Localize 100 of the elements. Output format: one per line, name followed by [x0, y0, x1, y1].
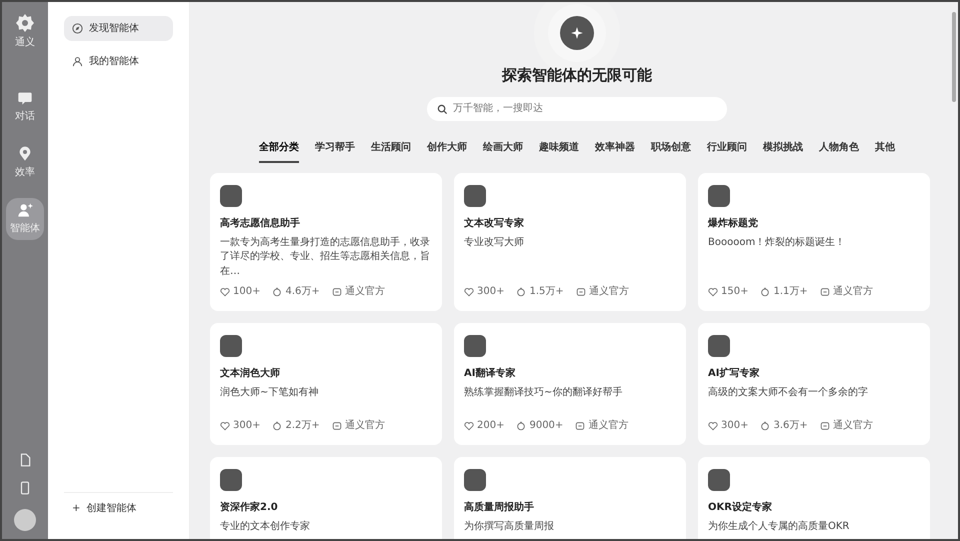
- create-agent-link[interactable]: + 创建智能体: [64, 492, 173, 521]
- agent-description: 一款专为高考生量身打造的志愿信息助手，收录了详尽的学校、专业、招生等志愿相关信息，旨在…: [220, 236, 431, 278]
- agent-avatar-image: [220, 184, 242, 206]
- agent-avatar-image: [708, 469, 730, 491]
- agent-card[interactable]: 高质量周报助手 为你撰写高质量周报: [454, 457, 686, 539]
- category-tab[interactable]: 模拟挑战: [763, 138, 803, 162]
- official-badge-icon: [820, 420, 830, 430]
- sparkle-icon: [570, 26, 584, 40]
- user-count-icon: [272, 286, 282, 296]
- heart-icon: [220, 286, 230, 296]
- stat-use: 4.6万+: [272, 284, 320, 299]
- search-icon: [437, 104, 448, 114]
- official-badge-icon: [820, 286, 830, 296]
- stat-use: 9000+: [516, 418, 564, 433]
- agent-avatar-image: [220, 469, 242, 491]
- user-count-icon: [516, 286, 526, 296]
- heart-icon: [220, 420, 230, 430]
- category-tab[interactable]: 人物角色: [819, 138, 859, 162]
- agent-card[interactable]: AI翻译专家 熟练掌握翻译技巧~你的翻译好帮手 200+ 9000+ 通义官方: [454, 323, 686, 445]
- official-badge-icon: [332, 420, 342, 430]
- rail-item[interactable]: 效率: [11, 142, 39, 184]
- agent-description: 专业改写大师: [464, 236, 525, 250]
- sidebar-item[interactable]: 发现智能体: [64, 16, 173, 41]
- logo-text: 通义: [15, 36, 35, 50]
- document-icon[interactable]: [18, 453, 32, 467]
- stat-like: 150+: [708, 284, 748, 299]
- agent-avatar-image: [464, 335, 486, 357]
- official-badge-icon: [576, 286, 586, 296]
- search-field[interactable]: 万千智能，一搜即达: [427, 96, 727, 120]
- agent-card[interactable]: 文本改写专家 专业改写大师 300+ 1.5万+ 通义官方: [454, 172, 686, 311]
- heart-icon: [708, 286, 718, 296]
- tablet-icon[interactable]: [18, 481, 32, 495]
- stat-like: 300+: [708, 418, 748, 433]
- agent-description: 为你生成个人专属的高质量OKR: [708, 520, 850, 534]
- agent-name: AI扩写专家: [708, 366, 760, 381]
- sidebar-item[interactable]: 我的智能体: [64, 49, 173, 74]
- category-tab[interactable]: 效率神器: [595, 138, 635, 162]
- agent-description: 高级的文案大师不会有一个多余的字: [708, 386, 869, 400]
- category-tab[interactable]: 绘画大师: [483, 138, 523, 162]
- user-count-icon: [760, 286, 770, 296]
- agent-avatar-image: [220, 335, 242, 357]
- category-tab[interactable]: 学习帮手: [315, 138, 355, 162]
- plus-icon: +: [72, 501, 80, 516]
- agent-card[interactable]: 资深作家2.0 专业的文本创作专家: [210, 457, 442, 539]
- category-tab[interactable]: 趣味频道: [539, 138, 579, 162]
- user-count-icon: [516, 420, 526, 430]
- category-tab[interactable]: 职场创意: [651, 138, 691, 162]
- agent-description: 专业的文本创作专家: [220, 520, 311, 534]
- stat-like: 200+: [464, 418, 504, 433]
- official-badge-icon: [332, 286, 342, 296]
- stat-auth: 通义官方: [576, 284, 629, 299]
- agent-card[interactable]: 高考志愿信息助手 一款专为高考生量身打造的志愿信息助手，收录了详尽的学校、专业、招生等志愿相关信息，旨在… 100+ 4.6万+ 通义官方: [210, 172, 442, 311]
- category-tab[interactable]: 其他: [875, 138, 895, 162]
- category-tab[interactable]: 全部分类: [259, 138, 299, 162]
- stat-like: 300+: [220, 418, 260, 433]
- category-tab[interactable]: 生活顾问: [371, 138, 411, 162]
- person-icon: [72, 56, 83, 67]
- agent-name: 文本改写专家: [464, 216, 525, 230]
- stat-use: 2.2万+: [272, 418, 320, 433]
- stat-like: 300+: [464, 284, 504, 299]
- agent-name: AI翻译专家: [464, 366, 516, 381]
- scrollbar-thumb[interactable]: [952, 12, 956, 102]
- agent-description: Booooom！炸裂的标题诞生！: [708, 236, 846, 250]
- stat-auth: 通义官方: [820, 284, 873, 299]
- user-count-icon: [760, 420, 770, 430]
- agent-description: 熟练掌握翻译技巧~你的翻译好帮手: [464, 386, 624, 400]
- agent-avatar-image: [464, 469, 486, 491]
- avatar-icon[interactable]: [14, 509, 36, 531]
- agent-card[interactable]: OKR设定专家 为你生成个人专属的高质量OKR: [698, 457, 930, 539]
- agent-avatar-image: [708, 184, 730, 206]
- compass-icon: [72, 23, 83, 34]
- agent-avatar-image: [708, 335, 730, 357]
- rail-item[interactable]: 对话: [11, 86, 39, 128]
- agent-avatar-image: [464, 184, 486, 206]
- stat-use: 3.6万+: [760, 418, 808, 433]
- stat-use: 1.1万+: [760, 284, 808, 299]
- agent-card[interactable]: AI扩写专家 高级的文案大师不会有一个多余的字 300+ 3.6万+ 通义官方: [698, 323, 930, 445]
- gear-logo-icon: [16, 14, 34, 32]
- heart-icon: [464, 286, 474, 296]
- stat-auth: 通义官方: [820, 418, 873, 433]
- heart-icon: [708, 420, 718, 430]
- user-count-icon: [272, 420, 282, 430]
- map-pin-icon: [17, 146, 33, 162]
- stat-auth: 通义官方: [332, 418, 385, 433]
- agent-name: 爆炸标题党: [708, 216, 759, 230]
- page-title: 探索智能体的无限可能: [502, 65, 652, 86]
- heart-icon: [464, 420, 474, 430]
- person-sparkle-icon: [17, 202, 33, 218]
- stat-use: 1.5万+: [516, 284, 564, 299]
- agent-name: 文本润色大师: [220, 366, 281, 381]
- stat-like: 100+: [220, 284, 260, 299]
- category-tab[interactable]: 行业顾问: [707, 138, 747, 162]
- category-tab[interactable]: 创作大师: [427, 138, 467, 162]
- agent-name: 高考志愿信息助手: [220, 216, 301, 230]
- agent-name: 资深作家2.0: [220, 500, 279, 515]
- chat-icon: [17, 90, 33, 106]
- stat-auth: 通义官方: [332, 284, 385, 299]
- agent-card[interactable]: 爆炸标题党 Booooom！炸裂的标题诞生！ 150+ 1.1万+ 通义官方: [698, 172, 930, 311]
- agent-name: 高质量周报助手: [464, 500, 535, 515]
- agent-card[interactable]: 文本润色大师 润色大师~下笔如有神 300+ 2.2万+ 通义官方: [210, 323, 442, 445]
